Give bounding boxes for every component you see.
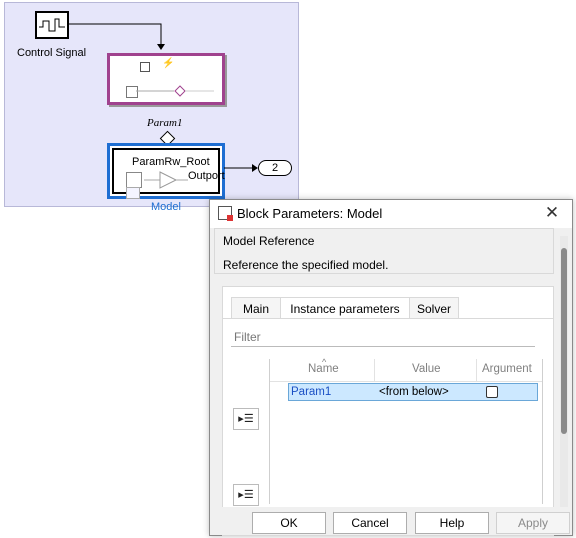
column-value[interactable]: Value bbox=[412, 363, 441, 375]
apply-button[interactable]: Apply bbox=[496, 512, 570, 534]
row-name-cell[interactable]: Param1 bbox=[291, 386, 331, 398]
ok-button[interactable]: OK bbox=[252, 512, 326, 534]
cancel-button[interactable]: Cancel bbox=[333, 512, 407, 534]
table-header: ^ Name Value Argument bbox=[270, 357, 542, 382]
filter-input[interactable] bbox=[231, 327, 535, 347]
tab-main[interactable]: Main bbox=[231, 297, 281, 319]
dialog-title: Block Parameters: Model bbox=[237, 206, 383, 221]
model-canvas[interactable]: Control Signal ⚡ Param1 ParamRw_Root Out… bbox=[4, 2, 299, 213]
dialog-titlebar[interactable]: Block Parameters: Model ✕ bbox=[210, 200, 572, 228]
argument-checkbox[interactable] bbox=[486, 386, 498, 398]
tab-instance-parameters[interactable]: Instance parameters bbox=[280, 297, 410, 319]
gain-icon bbox=[144, 171, 188, 189]
table-row[interactable]: Param1 <from below> bbox=[288, 383, 538, 401]
checkbox-icon bbox=[140, 62, 150, 72]
model-badge-icon bbox=[126, 187, 140, 199]
section-description: Reference the specified model. bbox=[223, 258, 389, 272]
section-title: Model Reference bbox=[223, 234, 315, 248]
help-button[interactable]: Help bbox=[415, 512, 489, 534]
column-argument[interactable]: Argument bbox=[482, 363, 532, 375]
param-label: Param1 bbox=[147, 117, 183, 129]
dialog-scrollbar-thumb[interactable] bbox=[561, 248, 567, 434]
signal-waveform-icon bbox=[39, 18, 65, 32]
block-parameters-icon bbox=[218, 206, 233, 221]
model-reference-section: Model Reference Reference the specified … bbox=[214, 228, 554, 274]
param-write-icon bbox=[136, 85, 214, 97]
row-value-cell[interactable]: <from below> bbox=[379, 386, 449, 398]
subsystem-block[interactable]: ⚡ bbox=[107, 53, 225, 105]
model-reference-block[interactable]: ParamRw_Root Outport bbox=[107, 143, 225, 199]
close-button[interactable]: ✕ bbox=[542, 203, 562, 223]
promote-parameter-button[interactable]: ▸☰ bbox=[233, 408, 259, 430]
column-name[interactable]: Name bbox=[308, 363, 339, 375]
dialog-footer: OK Cancel Help Apply bbox=[210, 507, 572, 535]
control-signal-block[interactable] bbox=[35, 11, 69, 39]
demote-parameter-button[interactable]: ▸☰ bbox=[233, 484, 259, 506]
trigger-icon: ⚡ bbox=[162, 58, 175, 69]
model-inport-icon bbox=[126, 172, 142, 188]
tab-solver[interactable]: Solver bbox=[409, 297, 459, 319]
model-block-title: ParamRw_Root bbox=[132, 156, 210, 168]
control-signal-label: Control Signal bbox=[17, 47, 87, 59]
model-outport-label: Outport bbox=[188, 170, 225, 182]
instance-parameters-content: ▸☰ ▸☰ ^ Name Value Argument Param1 <from… bbox=[223, 318, 553, 535]
model-name-label[interactable]: Model bbox=[151, 201, 181, 213]
tabs-panel: Main Instance parameters Solver ▸☰ ▸☰ ^ … bbox=[222, 286, 554, 536]
instance-parameters-table: ^ Name Value Argument Param1 <from below… bbox=[269, 357, 543, 504]
dialog-scrollbar[interactable] bbox=[560, 236, 568, 532]
block-parameters-dialog: Block Parameters: Model ✕ Model Referenc… bbox=[209, 199, 573, 536]
outport-block[interactable]: 2 bbox=[258, 160, 292, 176]
